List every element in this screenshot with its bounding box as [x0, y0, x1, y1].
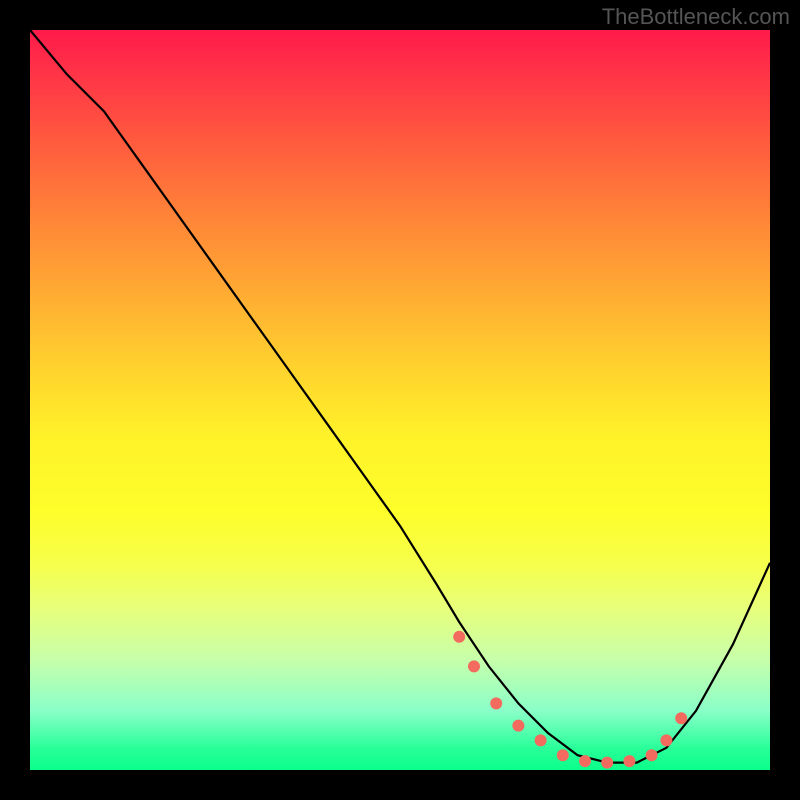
marker-dot — [675, 712, 687, 724]
watermark-text: TheBottleneck.com — [602, 4, 790, 30]
chart-svg — [30, 30, 770, 770]
curve-line — [30, 30, 770, 763]
marker-dot — [535, 734, 547, 746]
marker-dot — [512, 720, 524, 732]
marker-dot — [601, 757, 613, 769]
marker-dot — [453, 631, 465, 643]
marker-dot — [646, 749, 658, 761]
marker-dot — [468, 660, 480, 672]
marker-dot — [579, 755, 591, 767]
chart-plot-area — [30, 30, 770, 770]
marker-dot — [557, 749, 569, 761]
marker-group — [453, 631, 687, 769]
marker-dot — [490, 697, 502, 709]
marker-dot — [623, 755, 635, 767]
marker-dot — [660, 734, 672, 746]
